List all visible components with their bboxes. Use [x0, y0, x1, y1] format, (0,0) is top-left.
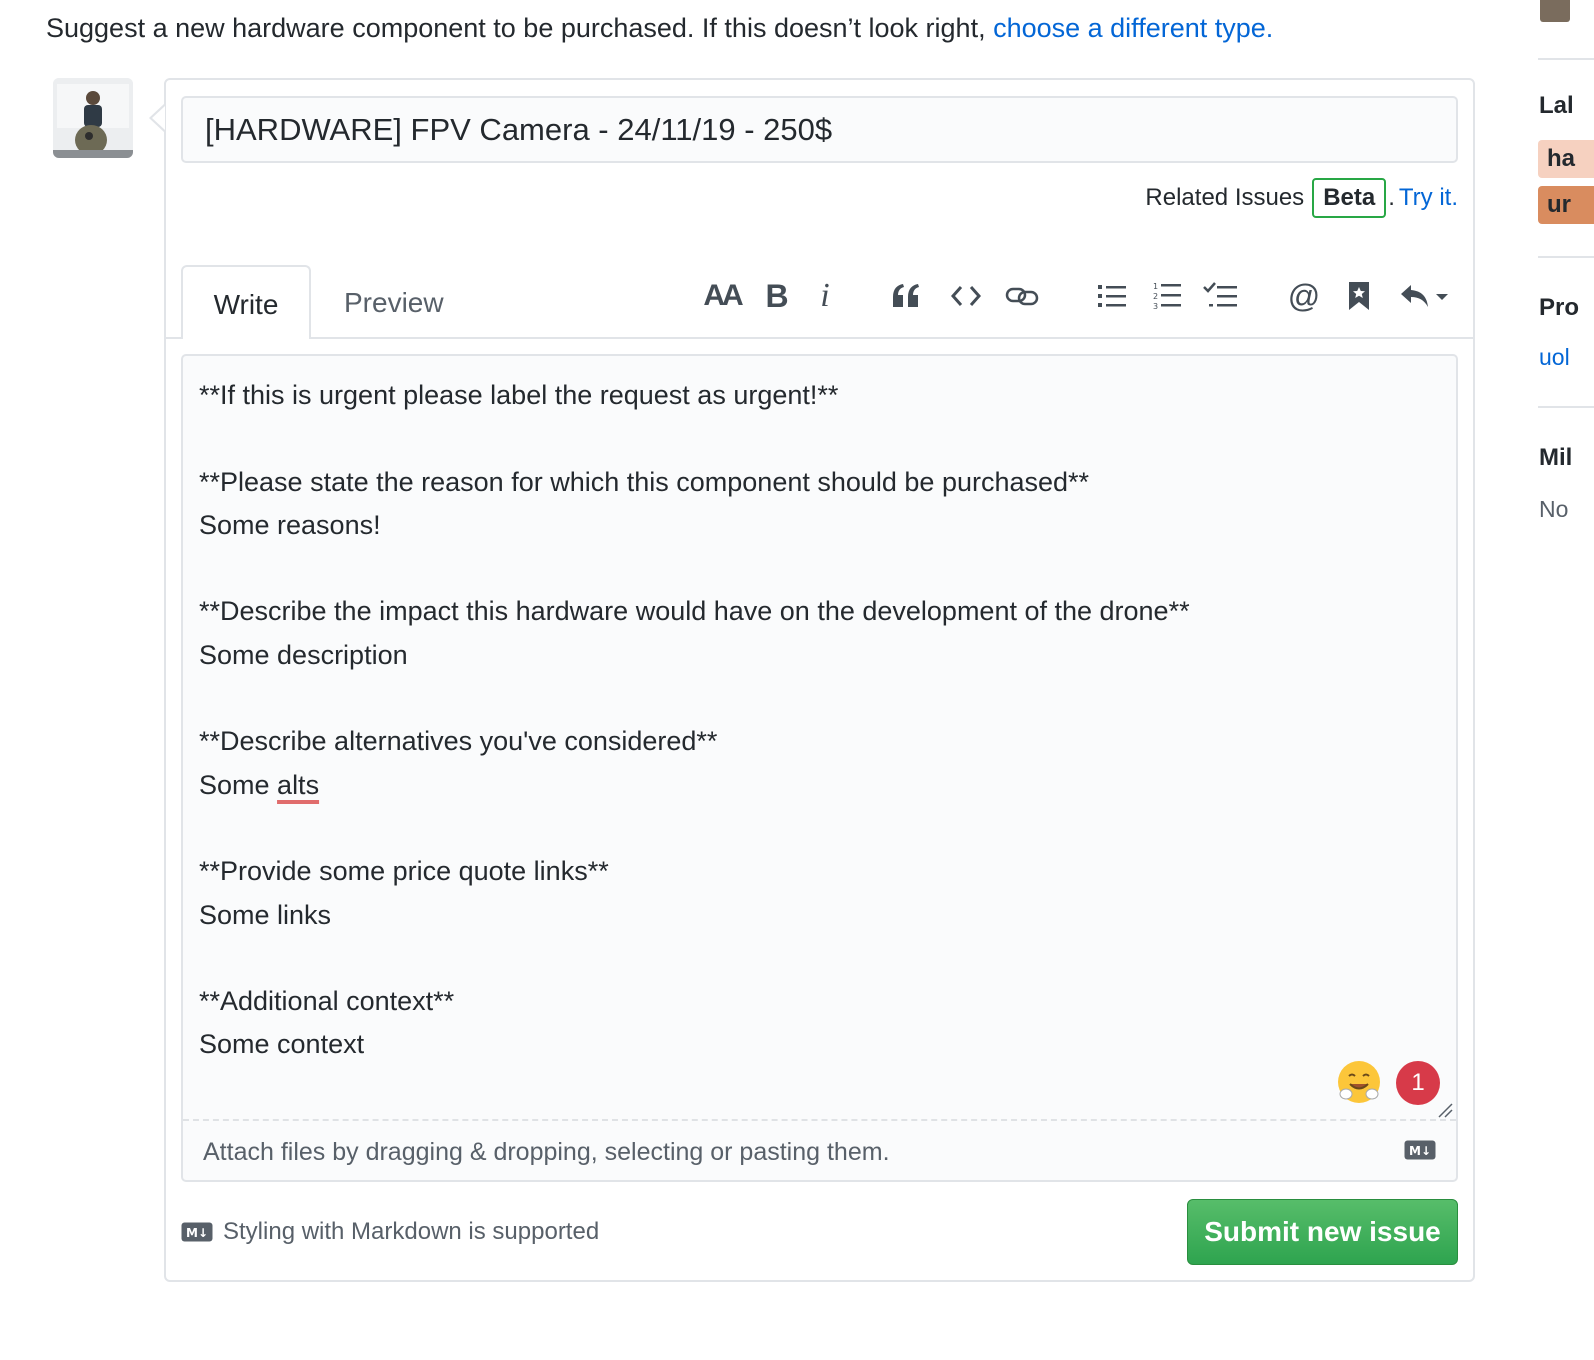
- text-size-icon[interactable]: AA: [702, 272, 743, 320]
- form-caret-inner: [152, 106, 165, 130]
- body-line: **Describe the impact this hardware woul…: [199, 596, 1190, 627]
- intro-text: Suggest a new hardware component to be p…: [46, 10, 1273, 46]
- avatar-image: [53, 78, 133, 158]
- beta-badge: Beta: [1312, 178, 1387, 218]
- sidebar-project-link[interactable]: uol: [1539, 344, 1570, 371]
- svg-text:3: 3: [1153, 302, 1158, 311]
- body-line: Some description: [199, 639, 408, 670]
- attach-divider: [183, 1119, 1456, 1121]
- body-line: **Describe alternatives you've considere…: [199, 726, 718, 757]
- body-line: Some links: [199, 899, 332, 930]
- reply-icon[interactable]: [1398, 272, 1452, 320]
- link-icon[interactable]: [1003, 272, 1041, 320]
- choose-different-type-link[interactable]: choose a different type.: [993, 13, 1273, 43]
- italic-icon[interactable]: i: [812, 272, 838, 320]
- related-issues-label: Related Issues: [1145, 184, 1305, 211]
- notification-count-badge[interactable]: 1: [1396, 1061, 1440, 1105]
- tab-write[interactable]: Write: [181, 265, 311, 339]
- markdown-icon-label: M↓: [186, 1226, 208, 1240]
- label-hardware: ha: [1538, 140, 1594, 178]
- hugging-face-icon[interactable]: [1338, 1061, 1380, 1103]
- body-line: Some reasons!: [199, 509, 381, 540]
- sidebar-milestone-heading[interactable]: Mil: [1539, 444, 1572, 472]
- mention-icon[interactable]: @: [1287, 272, 1321, 320]
- body-line: **Provide some price quote links**: [199, 856, 609, 887]
- ordered-list-icon[interactable]: 123: [1151, 272, 1183, 320]
- task-list-icon[interactable]: [1201, 272, 1239, 320]
- issue-title-input[interactable]: [HARDWARE] FPV Camera - 24/11/19 - 250$: [181, 96, 1458, 163]
- markdown-icon: M↓: [181, 1222, 213, 1247]
- markdown-icon: M↓: [1404, 1140, 1436, 1165]
- misspelled-word: alts: [277, 769, 320, 800]
- body-line: **Additional context**: [199, 986, 455, 1017]
- reference-icon[interactable]: [1346, 272, 1372, 320]
- tab-preview[interactable]: Preview: [344, 265, 444, 339]
- code-icon[interactable]: [948, 272, 984, 320]
- submit-new-issue-button[interactable]: Submit new issue: [1187, 1199, 1458, 1265]
- try-it-link[interactable]: Try it.: [1399, 184, 1458, 212]
- sidebar-divider: [1538, 58, 1594, 60]
- related-dot: .: [1388, 184, 1395, 211]
- markdown-supported-note[interactable]: Styling with Markdown is supported: [223, 1214, 599, 1250]
- quote-icon[interactable]: [888, 272, 924, 320]
- issue-body-text[interactable]: **If this is urgent please label the req…: [199, 374, 1439, 1067]
- body-line: **Please state the reason for which this…: [199, 466, 1090, 497]
- body-line: **If this is urgent please label the req…: [199, 380, 839, 410]
- intro-sentence: Suggest a new hardware component to be p…: [46, 13, 994, 43]
- markdown-icon-label: M↓: [1409, 1144, 1431, 1158]
- sidebar-projects-heading[interactable]: Pro: [1539, 294, 1579, 322]
- bold-icon[interactable]: B: [762, 272, 792, 320]
- label-urgent: ur: [1538, 186, 1594, 224]
- sidebar-milestone-value: No: [1539, 496, 1569, 522]
- sidebar-labels-heading[interactable]: Lal: [1539, 92, 1574, 120]
- related-issues: Related Issues Beta . Try it.: [1145, 178, 1458, 218]
- body-line: Some: [199, 769, 278, 800]
- avatar: [53, 78, 133, 158]
- svg-text:1: 1: [1153, 282, 1158, 291]
- unordered-list-icon[interactable]: [1096, 272, 1128, 320]
- sidebar-avatar: [1540, 0, 1570, 22]
- body-line: Some context: [199, 1029, 365, 1060]
- sidebar-divider: [1538, 406, 1594, 408]
- attach-files-prompt[interactable]: Attach files by dragging & dropping, sel…: [203, 1134, 890, 1170]
- sidebar-divider: [1538, 256, 1594, 258]
- svg-text:2: 2: [1153, 292, 1158, 301]
